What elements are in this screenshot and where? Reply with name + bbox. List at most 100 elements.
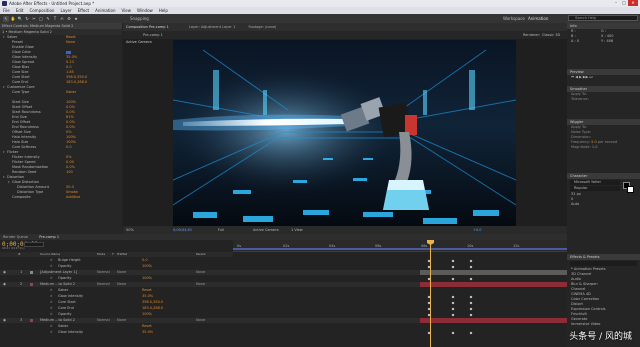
layer-trkmat-select[interactable]: None [117,270,126,275]
property-value[interactable]: 398.0,350.0 [142,300,163,305]
work-area-bar[interactable] [233,248,567,250]
menu-composition[interactable]: Composition [29,7,54,14]
layer-parent-select[interactable]: None [196,318,205,323]
wiggler-magnitude-value[interactable]: 1.0 [592,145,598,149]
layer-duration-bar[interactable] [420,270,567,275]
keyframe-icon[interactable] [451,295,455,298]
snapping-toggle[interactable]: Snapping [130,16,149,21]
stopwatch-icon[interactable]: ⏱ [50,324,52,329]
layer-property-row[interactable]: Opacity 100% ⏱ [0,264,567,269]
layer-mode-select[interactable]: Normal [97,318,110,323]
layer-trkmat-select[interactable]: None [117,318,126,323]
visibility-eye-icon[interactable]: ◉ [3,270,6,275]
selection-tool-icon[interactable]: ↖ [3,15,9,22]
effects-search-input[interactable] [570,261,637,266]
time-ruler[interactable]: 0s 02s 04s 06s 08s 10s 12s [233,240,567,252]
layer-property-row[interactable]: Saber Reset ⏱ [0,324,567,329]
menu-window[interactable]: Window [137,7,153,14]
layer-property-row[interactable]: Bulge Height 0.0 ⏱ [0,258,567,263]
close-button[interactable]: ✕ [628,0,638,6]
composition-viewer[interactable] [173,40,516,233]
stopwatch-icon[interactable]: ⏱ [50,258,52,263]
character-panel-header[interactable]: Character [567,173,640,179]
fill-color-swatch[interactable] [627,186,634,193]
brush-tool-icon[interactable]: ✍ [59,16,65,22]
font-style-select[interactable]: Regular [570,186,620,191]
shape-tool-icon[interactable]: □ [38,16,44,22]
property-value[interactable]: 100% [142,264,152,269]
menu-edit[interactable]: Edit [16,7,24,14]
keyframe-icon[interactable] [469,265,473,268]
stopwatch-icon[interactable]: ⏱ [50,264,52,269]
stopwatch-icon[interactable]: ⏱ [50,306,52,311]
keyframe-icon[interactable] [469,295,473,298]
comp-timecode[interactable]: 0;00;04;01 [173,226,192,234]
effect-property-row[interactable]: Composite Additive [0,195,122,200]
tab-layer[interactable]: Layer: Adjustment Layer 1 [189,25,235,29]
property-value[interactable]: 183.0,288.0 [142,306,163,311]
effects-category-item[interactable]: Immersive Video [567,322,640,327]
layer-row[interactable]: Medium ...ta Solid 2 3 ◉ Normal None None [0,318,567,323]
layer-property-row[interactable]: Opacity 100% ⏱ [0,312,567,317]
comp-subtab[interactable]: Pre-comp 1 [143,31,163,39]
stopwatch-icon[interactable]: ⏱ [50,312,52,317]
visibility-eye-icon[interactable]: ◉ [3,318,6,323]
keyframe-icon[interactable] [451,277,455,280]
camera-view-select[interactable]: Active Camera [253,226,279,234]
menu-animation[interactable]: Animation [95,7,115,14]
zoom-tool-icon[interactable]: 🔍 [17,16,23,22]
leading-value[interactable]: Auto [567,202,640,207]
pen-tool-icon[interactable]: ✎ [45,16,51,22]
menu-file[interactable]: File [3,7,10,14]
keyframe-icon[interactable] [451,307,455,310]
preview-controls[interactable]: ⏮ ◀ ▶ ▶▶ ⏭ [567,75,640,80]
layer-trkmat-select[interactable]: None [117,282,126,287]
stopwatch-icon[interactable]: ⏱ [50,276,52,281]
camera-tool-icon[interactable]: ✂ [31,16,37,22]
effect-property-value[interactable]: Additive [66,195,80,200]
wiggler-frequency-value[interactable]: 5.0 [591,140,597,144]
renderer-value[interactable]: Classic 3D [542,31,560,39]
property-value[interactable]: Reset [142,288,152,293]
tab-precomp[interactable]: Pre-comp 1 [39,235,59,239]
stopwatch-icon[interactable]: ⏱ [50,288,52,293]
layer-mode-select[interactable]: Normal [97,282,110,287]
layer-property-row[interactable]: Glow Intensity 35.0% ⏱ [0,294,567,299]
stopwatch-icon[interactable]: ⏱ [50,300,52,305]
layer-property-row[interactable]: Core Start 398.0,350.0 ⏱ [0,300,567,305]
keyframe-icon[interactable] [469,331,473,334]
layer-parent-select[interactable]: None [196,270,205,275]
menu-layer[interactable]: Layer [60,7,71,14]
timeline-search-input[interactable] [24,242,44,247]
glow-color-swatch[interactable] [66,51,71,54]
layer-duration-bar[interactable] [420,318,567,323]
effects-presets-header[interactable]: Effects & Presets [567,254,640,260]
stopwatch-icon[interactable]: ⏱ [50,330,52,335]
keyframe-icon[interactable] [451,301,455,304]
layer-property-row[interactable]: Saber Reset ⏱ [0,288,567,293]
layer-mode-select[interactable]: Normal [97,270,110,275]
help-search-input[interactable]: Search Help [568,15,638,21]
keyframe-icon[interactable] [469,277,473,280]
property-value[interactable]: Reset [142,324,152,329]
keyframe-icon[interactable] [469,313,473,316]
menu-effect[interactable]: Effect [78,7,90,14]
keyframe-icon[interactable] [451,331,455,334]
resolution-select[interactable]: Full [218,226,224,234]
visibility-eye-icon[interactable]: ◉ [3,282,6,287]
property-value[interactable]: 100% [142,312,152,317]
type-tool-icon[interactable]: T [52,16,58,22]
font-family-select[interactable]: Microsoft YaHei [570,180,620,185]
property-value[interactable]: 35.0% [142,330,153,335]
tab-composition[interactable]: Composition Pre-comp 1 [126,25,169,29]
layer-label-color[interactable] [30,283,33,286]
property-value[interactable]: 0.0 [142,258,148,263]
keyframe-icon[interactable] [451,259,455,262]
tab-render-queue[interactable]: Render Queue [3,235,28,239]
roto-tool-icon[interactable]: ★ [73,16,79,22]
tab-footage[interactable]: Footage: (none) [249,25,277,29]
layer-row[interactable]: Medium ...ta Solid 2 2 ◉ Normal None None [0,282,567,287]
text-color-swatches[interactable] [623,182,635,194]
keyframe-icon[interactable] [451,313,455,316]
menu-view[interactable]: View [122,7,132,14]
